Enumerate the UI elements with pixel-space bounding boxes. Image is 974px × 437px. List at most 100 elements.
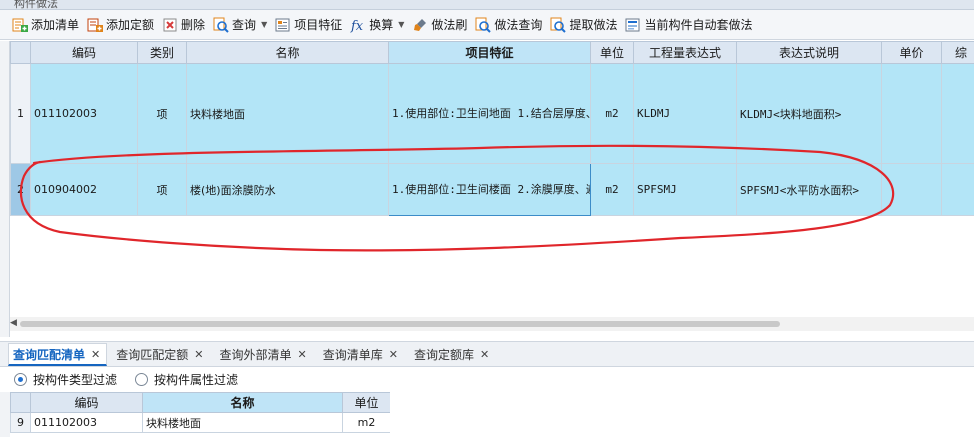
auto-apply-method-label: 当前构件自动套做法 (644, 18, 753, 32)
toolbar: 添加清单 添加定额 删除 查询 ▼ 项目特征 fx 换算 ▼ 做法刷 做法查询 … (0, 10, 974, 40)
cell-unit[interactable]: m2 (590, 163, 634, 216)
table-row[interactable]: 9 011102003 块料楼地面 m2 (10, 412, 390, 433)
add-list-label: 添加清单 (31, 18, 80, 32)
header-expression-desc[interactable]: 表达式说明 (736, 41, 882, 64)
cell-expression[interactable]: KLDMJ (633, 63, 737, 164)
header-code[interactable]: 编码 (30, 41, 138, 64)
cell-category[interactable]: 项 (137, 163, 187, 216)
header-unit[interactable]: 单位 (342, 392, 390, 413)
radio-unselected-icon[interactable] (135, 372, 149, 386)
tab-label: 查询匹配定额 (116, 348, 189, 362)
cell-composite[interactable] (941, 163, 974, 216)
method-query-icon (475, 17, 492, 33)
auto-apply-icon (625, 17, 641, 33)
cell-expression-desc[interactable]: KLDMJ<块料地面积> (736, 63, 882, 164)
cell-name[interactable]: 块料楼地面 (186, 63, 389, 164)
bottom-tab-bar: 查询匹配清单 ✕ 查询匹配定额 ✕ 查询外部清单 ✕ 查询清单库 ✕ 查询定额库… (0, 341, 974, 367)
app-window: 构件做法 添加清单 添加定额 删除 查询 ▼ 项目特征 fx 换算 ▼ 做法刷 … (0, 0, 974, 437)
cell-composite[interactable] (941, 63, 974, 164)
method-query-button[interactable]: 做法查询 (473, 13, 548, 37)
chevron-down-icon[interactable]: ▼ (261, 20, 267, 29)
add-list-button[interactable]: 添加清单 (10, 13, 85, 37)
item-feature-label: 项目特征 (294, 18, 343, 32)
tab-label: 查询外部清单 (219, 348, 292, 362)
query-label: 查询 (232, 18, 257, 32)
row-number: 9 (10, 412, 31, 433)
radio-selected-icon[interactable] (14, 372, 27, 386)
add-quota-button[interactable]: 添加定额 (85, 13, 160, 37)
cell-price[interactable] (881, 63, 942, 164)
brush-icon (412, 17, 428, 33)
header-category[interactable]: 类别 (137, 41, 187, 64)
query-button[interactable]: 查询 ▼ (211, 13, 273, 37)
horizontal-scrollbar[interactable]: ◀ (10, 317, 974, 331)
tab-quota-library[interactable]: 查询定额库 ✕ (409, 343, 496, 366)
cell-feature[interactable]: 1.使用部位:卫生间楼面 2.涂膜厚度、遍数:刷基层处理剂一遍,1.5厚聚氨酯防… (388, 163, 591, 216)
header-name[interactable]: 名称 (186, 41, 389, 64)
table-header-row: 编码 类别 名称 项目特征 单位 工程量表达式 表达式说明 单价 综 (10, 41, 974, 64)
method-brush-button[interactable]: 做法刷 (410, 13, 473, 37)
tab-list-library[interactable]: 查询清单库 ✕ (318, 343, 405, 366)
cell-feature[interactable]: 1.使用部位:卫生间地面 1.结合层厚度、砂浆配合比:素水泥浆一遍,20厚1:4… (388, 63, 591, 164)
match-result-grid: 编码 名称 单位 9 011102003 块料楼地面 m2 (10, 392, 390, 437)
header-rownum (10, 392, 31, 413)
match-result-table: 编码 名称 单位 9 011102003 块料楼地面 m2 (10, 392, 390, 433)
cell-expression[interactable]: SPFSMJ (633, 163, 737, 216)
header-price[interactable]: 单价 (881, 41, 942, 64)
extract-method-button[interactable]: 提取做法 (548, 13, 623, 37)
filter-by-type-label: 按构件类型过滤 (33, 372, 118, 387)
tab-label: 查询匹配清单 (13, 347, 86, 362)
cell-code[interactable]: 011102003 (30, 412, 143, 433)
delete-label: 删除 (181, 18, 206, 32)
delete-button[interactable]: 删除 (160, 13, 211, 37)
row-number: 1 (10, 63, 31, 164)
cell-price[interactable] (881, 163, 942, 216)
convert-button[interactable]: fx 换算 ▼ (348, 13, 410, 37)
close-icon[interactable]: ✕ (194, 348, 203, 361)
cell-name[interactable]: 块料楼地面 (142, 412, 343, 433)
close-icon[interactable]: ✕ (480, 348, 489, 361)
auto-apply-method-button[interactable]: 当前构件自动套做法 (623, 13, 758, 37)
header-rownum (10, 41, 31, 64)
method-query-label: 做法查询 (494, 18, 543, 32)
close-icon[interactable]: ✕ (91, 348, 100, 361)
filter-by-attribute-radio[interactable]: 按构件属性过滤 (135, 371, 238, 388)
table-row[interactable]: 1 011102003 项 块料楼地面 1.使用部位:卫生间地面 1.结合层厚度… (10, 63, 974, 164)
tab-match-quota[interactable]: 查询匹配定额 ✕ (111, 343, 210, 366)
method-brush-label: 做法刷 (431, 18, 468, 32)
extract-method-label: 提取做法 (569, 18, 618, 32)
add-quota-icon (87, 17, 104, 33)
tab-match-list[interactable]: 查询匹配清单 ✕ (8, 343, 108, 366)
cell-unit[interactable]: m2 (342, 412, 390, 433)
cell-name[interactable]: 楼(地)面涂膜防水 (186, 163, 389, 216)
tab-label: 查询清单库 (322, 348, 383, 362)
row-number: 2 (10, 163, 31, 216)
tab-label: 查询定额库 (413, 348, 474, 362)
scrollbar-thumb[interactable] (20, 321, 780, 327)
cell-expression-desc[interactable]: SPFSMJ<水平防水面积> (736, 163, 882, 216)
close-icon[interactable]: ✕ (389, 348, 398, 361)
header-composite[interactable]: 综 (941, 41, 974, 64)
item-feature-button[interactable]: 项目特征 (273, 13, 348, 37)
header-expression[interactable]: 工程量表达式 (633, 41, 737, 64)
header-unit[interactable]: 单位 (590, 41, 634, 64)
cell-code[interactable]: 010904002 (30, 163, 138, 216)
filter-by-attribute-label: 按构件属性过滤 (154, 372, 239, 387)
cell-category[interactable]: 项 (137, 63, 187, 164)
svg-text:fx: fx (350, 19, 364, 33)
scroll-left-icon[interactable]: ◀ (10, 318, 17, 328)
table-row[interactable]: 2 010904002 项 楼(地)面涂膜防水 1.使用部位:卫生间楼面 2.涂… (10, 163, 974, 216)
header-name[interactable]: 名称 (142, 392, 343, 413)
search-icon (213, 17, 229, 33)
panel-title: 构件做法 (14, 0, 58, 10)
cell-code[interactable]: 011102003 (30, 63, 138, 164)
delete-icon (162, 17, 178, 33)
tab-external-list[interactable]: 查询外部清单 ✕ (214, 343, 313, 366)
close-icon[interactable]: ✕ (297, 348, 306, 361)
cell-unit[interactable]: m2 (590, 63, 634, 164)
filter-by-type-radio[interactable]: 按构件类型过滤 (14, 371, 117, 388)
chevron-down-icon[interactable]: ▼ (398, 20, 404, 29)
header-code[interactable]: 编码 (30, 392, 143, 413)
convert-label: 换算 (369, 18, 394, 32)
header-feature[interactable]: 项目特征 (388, 41, 591, 64)
